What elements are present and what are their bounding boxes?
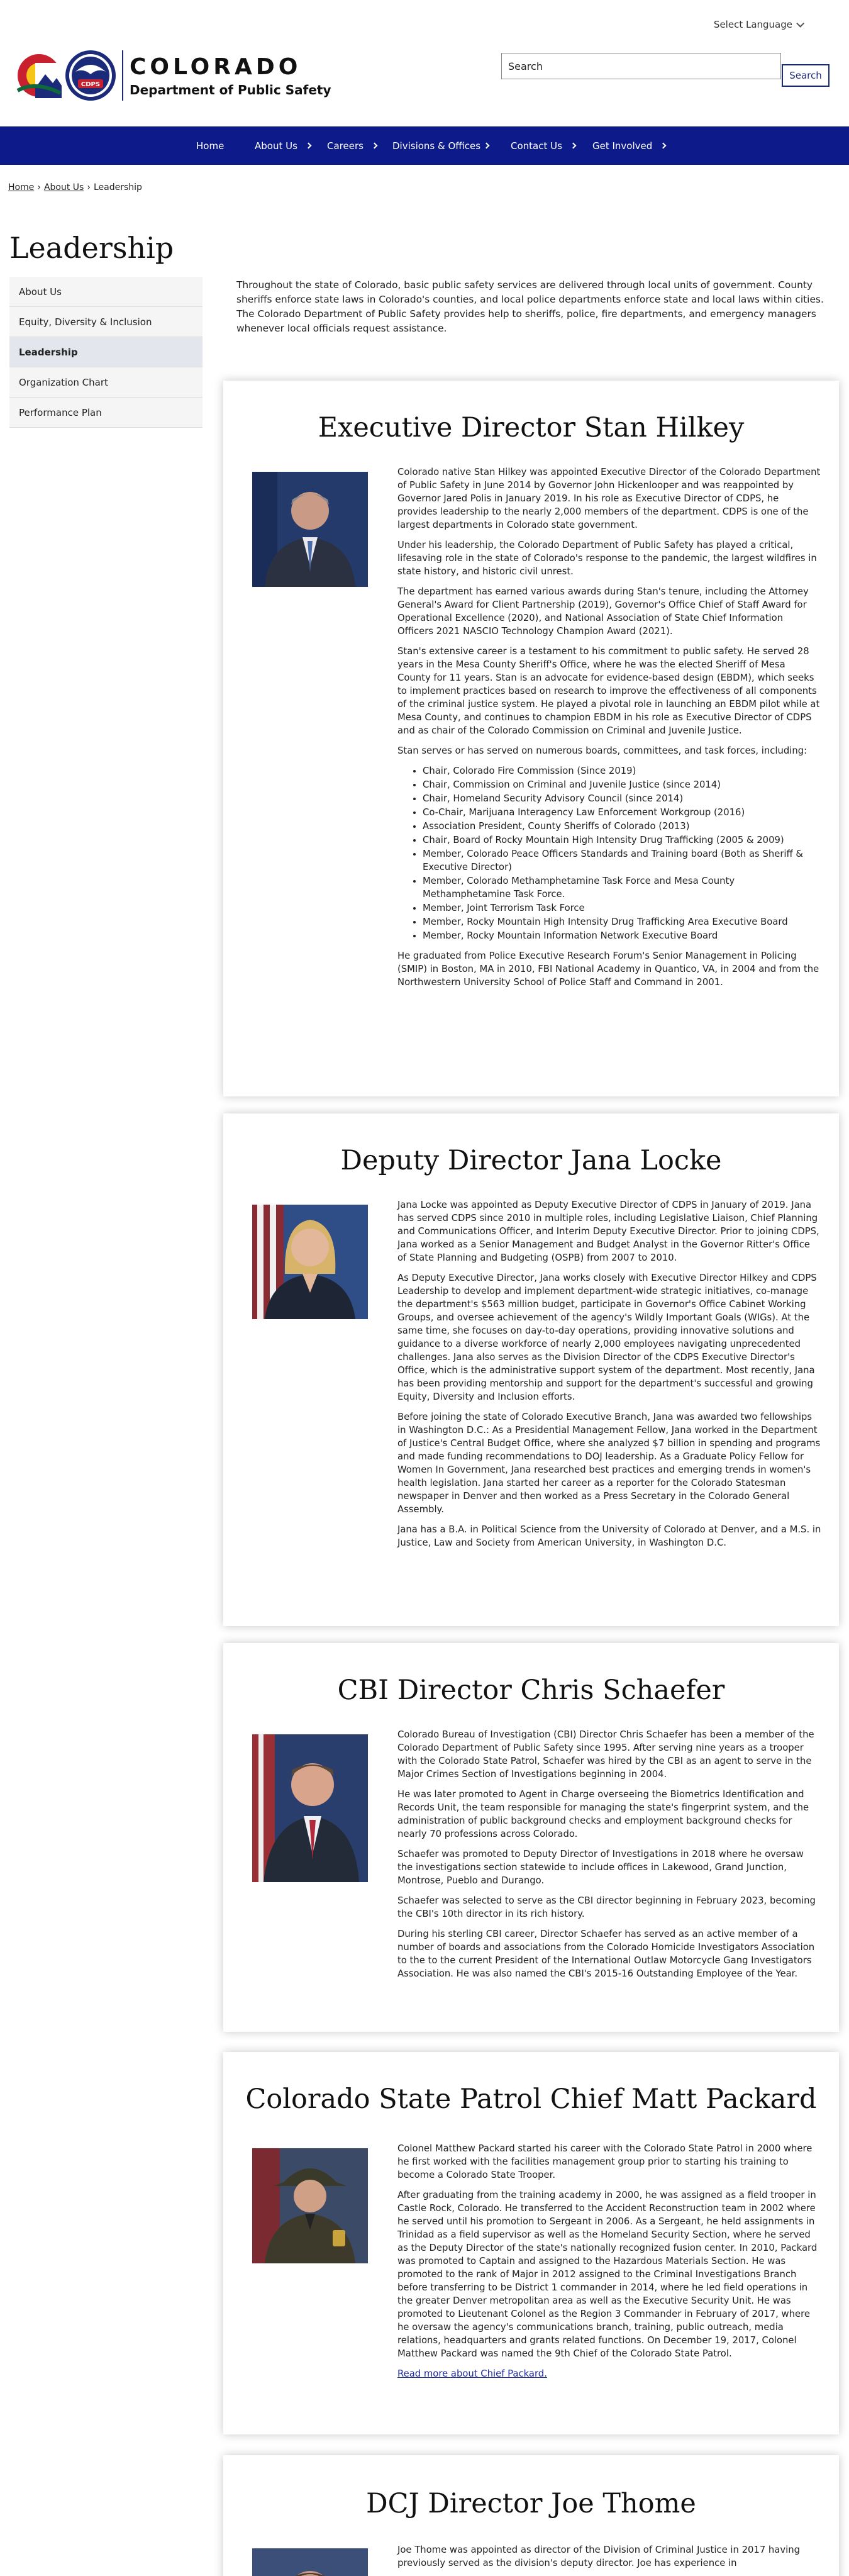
search-bar [501,53,781,79]
leader-portrait-hilkey [252,472,368,587]
read-more-packard-link[interactable]: Read more about Chief Packard. [397,2368,547,2379]
list-item: Member, Rocky Mountain Information Netwo… [423,929,821,942]
nav-item-home[interactable]: Home [196,140,224,152]
bio-paragraph: During his sterling CBI career, Director… [397,1929,815,1979]
list-item: Chair, Colorado Fire Commission (Since 2… [423,764,821,778]
leader-title: DCJ Director Joe Thome [366,2488,696,2519]
bio-paragraph: Stan serves or has served on numerous bo… [397,745,807,756]
nav-item-label: Get Involved [592,140,653,152]
leader-title: Deputy Director Jana Locke [340,1145,722,1176]
chevron-right-icon [305,142,312,149]
brand-text: COLORADO Department of Public Safety [130,54,331,98]
leader-bio: Jana Locke was appointed as Deputy Execu… [397,1198,821,1556]
leader-title: CBI Director Chris Schaefer [337,1675,725,1706]
chevron-right-icon [660,142,667,149]
bio-paragraph: Joe Thome was appointed as director of t… [397,2545,801,2568]
bio-paragraph: He was later promoted to Agent in Charge… [397,1789,809,1839]
breadcrumb-separator: › [37,182,41,192]
language-selector-label: Select Language [713,19,792,30]
nav-item-label: About Us [255,140,297,152]
nav-item-about-us[interactable]: About Us [255,140,312,152]
search-input[interactable] [501,53,781,79]
bio-paragraph: Jana Locke was appointed as Deputy Execu… [397,1200,819,1263]
cdps-badge-text: CDPS [81,81,100,88]
leader-card-packard: Colorado State Patrol Chief Matt Packard… [223,2052,839,2434]
chevron-down-icon [796,20,804,28]
leader-portrait-packard [252,2148,368,2263]
chevron-right-icon [570,142,577,149]
site-logo[interactable]: CDPS COLORADO Department of Public Safet… [16,49,331,102]
bio-paragraph: Colorado Bureau of Investigation (CBI) D… [397,1729,814,1780]
bio-paragraph: Jana has a B.A. in Political Science fro… [397,1524,821,1548]
leader-portrait-schaefer [252,1734,368,1882]
language-selector[interactable]: Select Language [713,19,804,30]
list-item: Association President, County Sheriffs o… [423,820,821,833]
sidebar-item-org-chart[interactable]: Organization Chart [9,367,203,398]
sidebar-item-equity[interactable]: Equity, Diversity & Inclusion [9,307,203,337]
bio-paragraph: Schaefer was selected to serve as the CB… [397,1895,816,1919]
search-button[interactable]: Search [782,64,830,87]
breadcrumb-separator: › [87,182,91,192]
breadcrumb-about-link[interactable]: About Us [44,182,84,192]
intro-text: Throughout the state of Colorado, basic … [236,279,824,334]
breadcrumb: Home › About Us › Leadership [8,182,142,192]
sidebar-item-about-us[interactable]: About Us [9,277,203,307]
sidebar-item-performance-plan[interactable]: Performance Plan [9,398,203,428]
nav-item-divisions[interactable]: Divisions & Offices [392,140,490,152]
nav-item-label: Careers [327,140,363,152]
bio-paragraph: Colorado native Stan Hilkey was appointe… [397,467,821,530]
list-item: Chair, Homeland Security Advisory Counci… [423,792,821,805]
bio-paragraph: Schaefer was promoted to Deputy Director… [397,1849,804,1886]
leader-bio: Joe Thome was appointed as director of t… [397,2543,821,2576]
bio-paragraph: Colonel Matthew Packard started his care… [397,2143,813,2180]
main-nav: Home About Us Careers Divisions & Office… [0,126,849,165]
bio-paragraph: Under his leadership, the Colorado Depar… [397,540,817,577]
breadcrumb-home-link[interactable]: Home [8,182,34,192]
list-item: Co-Chair, Marijuana Interagency Law Enfo… [423,806,821,819]
leader-portrait-locke [252,1205,368,1319]
nav-item-label: Home [196,140,225,152]
colorado-logo-icon [16,54,62,98]
sidebar-item-leadership[interactable]: Leadership [9,337,203,367]
brand-state: COLORADO [130,53,302,80]
leader-card-locke: Deputy Director Jana Locke Jana Locke wa… [223,1113,839,1626]
nav-item-contact-us[interactable]: Contact Us [511,140,577,152]
leader-bio: Colorado native Stan Hilkey was appointe… [397,466,821,996]
leader-card-schaefer: CBI Director Chris Schaefer Colorado Bur… [223,1643,839,2032]
leader-title: Colorado State Patrol Chief Matt Packard [245,2083,817,2115]
chevron-right-icon [483,142,490,149]
bio-paragraph: He graduated from Police Executive Resea… [397,951,819,988]
leader-portrait-thome [252,2548,368,2576]
sidebar-nav: About Us Equity, Diversity & Inclusion L… [9,277,203,428]
leader-bio: Colorado Bureau of Investigation (CBI) D… [397,1728,821,1987]
page-title: Leadership [9,231,174,265]
nav-item-label: Divisions & Offices [392,140,481,152]
list-item: Chair, Commission on Criminal and Juveni… [423,778,821,791]
list-item: Chair, Board of Rocky Mountain High Inte… [423,834,821,847]
leader-card-thome: DCJ Director Joe Thome Joe Thome was app… [223,2455,839,2576]
bio-paragraph: Before joining the state of Colorado Exe… [397,1412,821,1515]
bio-paragraph: The department has earned various awards… [397,586,809,637]
leader-title: Executive Director Stan Hilkey [318,412,745,443]
nav-item-label: Contact Us [511,140,562,152]
bio-paragraph: After graduating from the training acade… [397,2190,818,2359]
cdps-badge-icon: CDPS [65,50,116,101]
bio-paragraph: As Deputy Executive Director, Jana works… [397,1273,817,1402]
brand-divider [122,50,123,101]
brand-department: Department of Public Safety [130,82,331,98]
board-list: Chair, Colorado Fire Commission (Since 2… [423,764,821,942]
list-item: Member, Colorado Peace Officers Standard… [423,847,821,874]
breadcrumb-current: Leadership [93,182,142,192]
leader-bio: Colonel Matthew Packard started his care… [397,2142,821,2387]
list-item: Member, Rocky Mountain High Intensity Dr… [423,915,821,928]
leader-card-hilkey: Executive Director Stan Hilkey Colorado … [223,381,839,1096]
bio-paragraph: Stan's extensive career is a testament t… [397,646,820,736]
list-item: Member, Colorado Methamphetamine Task Fo… [423,874,821,901]
nav-item-get-involved[interactable]: Get Involved [592,140,667,152]
nav-item-careers[interactable]: Careers [327,140,378,152]
list-item: Member, Joint Terrorism Task Force [423,901,821,915]
chevron-right-icon [371,142,378,149]
